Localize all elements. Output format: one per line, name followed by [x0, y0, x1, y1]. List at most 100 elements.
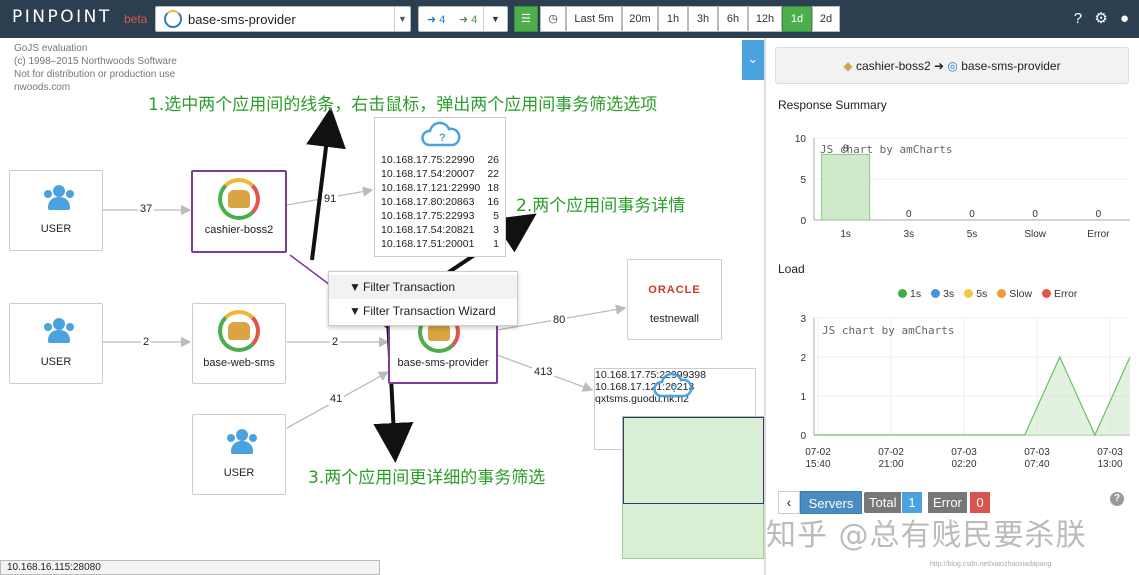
- watermark: 知乎 @总有贱民要杀朕: [766, 518, 1087, 553]
- host-ip: 10.168.17.80:20863: [381, 196, 475, 208]
- load-chart[interactable]: 012307-0215:4007-0221:0007-0302:2007-030…: [776, 308, 1136, 474]
- x-tick-label: 07-03: [951, 447, 977, 458]
- x-tick-label: 02:20: [951, 459, 976, 470]
- annotation-3: 3.两个应用间更详细的事务筛选: [308, 468, 546, 488]
- context-menu: ▼ Filter Transaction ▼ Filter Transaction …: [328, 271, 518, 326]
- legend-item[interactable]: 5s: [964, 288, 987, 300]
- legend-dot: [964, 289, 974, 298]
- legend-item[interactable]: 3s: [931, 288, 954, 300]
- load-legend[interactable]: 1s 3s 5s Slow Error: [898, 288, 1087, 300]
- x-tick-label: 07-02: [878, 447, 904, 458]
- minimap[interactable]: [622, 416, 764, 559]
- collapse-panel-button[interactable]: ⌄: [742, 40, 764, 80]
- node-label: testnewall: [650, 313, 699, 325]
- y-tick-label: 2: [800, 353, 806, 364]
- edge-count[interactable]: 37: [138, 203, 155, 215]
- user-node[interactable]: USER: [9, 170, 103, 251]
- transaction-detail-box[interactable]: ? 10.168.17.75:22990 26 10.168.17.54:20007…: [374, 117, 506, 257]
- host-row: 10.168.17.51:20001 1: [381, 238, 499, 252]
- bar-value-label: 0: [1032, 209, 1038, 220]
- tomcat-icon: [218, 178, 260, 220]
- svg-text:?: ?: [439, 132, 446, 144]
- host-row: 10.168.17.75:22993 5: [381, 210, 499, 224]
- help-icon[interactable]: ?: [1110, 492, 1124, 506]
- load-title: Load: [778, 262, 805, 276]
- gear-icon[interactable]: ⚙: [1094, 10, 1107, 27]
- edge-count[interactable]: 413: [532, 366, 555, 378]
- bar-value-label: 8: [843, 143, 849, 154]
- y-tick-label: 5: [800, 175, 806, 186]
- legend-dot: [997, 289, 1007, 298]
- watermark-url: http://blog.csdn.net/xiaozhaoxiadapang: [930, 561, 1052, 568]
- legend-dot: [931, 289, 941, 298]
- response-summary-title: Response Summary: [778, 98, 887, 112]
- time-button-1d[interactable]: 1d: [782, 6, 812, 32]
- x-tick-label: 07-03: [1024, 447, 1050, 458]
- link-header: ◆ cashier-boss2 ➜ ◎ base-sms-provider: [775, 47, 1129, 84]
- filter-icon: ▼: [349, 280, 361, 294]
- legend-dot: [898, 289, 907, 298]
- y-tick-label: 3: [800, 314, 806, 325]
- x-tick-label: Error: [1087, 229, 1110, 240]
- users-icon: [227, 429, 257, 457]
- edge-count[interactable]: 80: [551, 314, 568, 326]
- node-label: cashier-boss2: [204, 224, 274, 236]
- menu-item-filter-transaction[interactable]: ▼ Filter Transaction: [329, 275, 517, 299]
- annotation-1: 1.选中两个应用间的线条，右击鼠标，弹出两个应用间事务筛选选项: [148, 95, 658, 115]
- host-row: 10.168.17.54:20007 22: [381, 168, 499, 182]
- filter-icon: ▼: [349, 304, 361, 318]
- node-label: base-web-sms: [203, 357, 275, 369]
- response-summary-chart[interactable]: 0510JS chart by amCharts81s03s05s0Slow0E…: [776, 126, 1136, 250]
- users-icon: [44, 318, 74, 346]
- node-label: base-sms-provider: [397, 357, 489, 369]
- node-label: USER: [223, 467, 255, 479]
- host-ip: 10.168.17.51:20001: [381, 238, 475, 250]
- host-count: 18: [487, 182, 499, 194]
- help-icon[interactable]: ?: [1074, 10, 1082, 27]
- edge-count[interactable]: 2: [330, 336, 341, 348]
- minimap-viewport[interactable]: [623, 417, 764, 504]
- oracle-logo: ORACLE: [648, 284, 701, 296]
- y-tick-label: 1: [800, 392, 806, 403]
- x-tick-label: 07-02: [805, 447, 831, 458]
- bar: [821, 153, 871, 221]
- github-icon[interactable]: ●: [1120, 10, 1129, 27]
- x-tick-label: 13:00: [1097, 459, 1122, 470]
- host-ip: 10.168.17.54:20821: [381, 224, 475, 236]
- x-tick-label: 07-03: [1097, 447, 1123, 458]
- svg-text:?: ?: [671, 383, 678, 395]
- menu-item-label: Filter Transaction: [363, 280, 456, 294]
- user-node[interactable]: USER: [9, 303, 103, 384]
- x-tick-label: Slow: [1024, 229, 1046, 240]
- host-count: 3: [493, 224, 499, 236]
- menu-item-filter-wizard[interactable]: ▼ Filter Transaction Wizard: [329, 299, 517, 323]
- host-row: 10.168.17.121:22990 18: [381, 182, 499, 196]
- annotation-2: 2.两个应用间事务详情: [516, 196, 686, 216]
- legend-item[interactable]: 1s: [898, 288, 921, 300]
- bar-value-label: 0: [906, 209, 912, 220]
- user-node[interactable]: USER: [192, 414, 286, 495]
- legend-item[interactable]: Error: [1042, 288, 1077, 300]
- bar-value-label: 0: [1096, 209, 1102, 220]
- panel-divider[interactable]: [764, 38, 766, 575]
- status-bar: 10.168.16.115:28080: [0, 560, 380, 575]
- amcharts-watermark: JS chart by amCharts: [822, 324, 954, 337]
- x-tick-label: 3s: [904, 229, 915, 240]
- tomcat-icon: [218, 310, 260, 352]
- edge-count[interactable]: 41: [328, 393, 345, 405]
- legend-dot: [1042, 289, 1052, 298]
- edge-count[interactable]: 2: [141, 336, 152, 348]
- edge-count[interactable]: 91: [322, 193, 339, 205]
- host-row: 10.168.17.80:20863 16: [381, 196, 499, 210]
- time-button-2d[interactable]: 2d: [812, 6, 840, 32]
- x-tick-label: 07:40: [1024, 459, 1049, 470]
- legend-item[interactable]: Slow: [997, 288, 1032, 300]
- host-count: 16: [487, 196, 499, 208]
- app-node-cashier-boss2[interactable]: cashier-boss2: [191, 170, 287, 253]
- x-tick-label: 21:00: [878, 459, 903, 470]
- app-node-base-web-sms[interactable]: base-web-sms: [192, 303, 286, 384]
- db-node-oracle[interactable]: ORACLE testnewall: [627, 259, 722, 340]
- host-count: 1: [493, 238, 499, 250]
- host-row: 10.168.17.75:22990 26: [381, 154, 499, 168]
- y-tick-label: 10: [795, 134, 807, 145]
